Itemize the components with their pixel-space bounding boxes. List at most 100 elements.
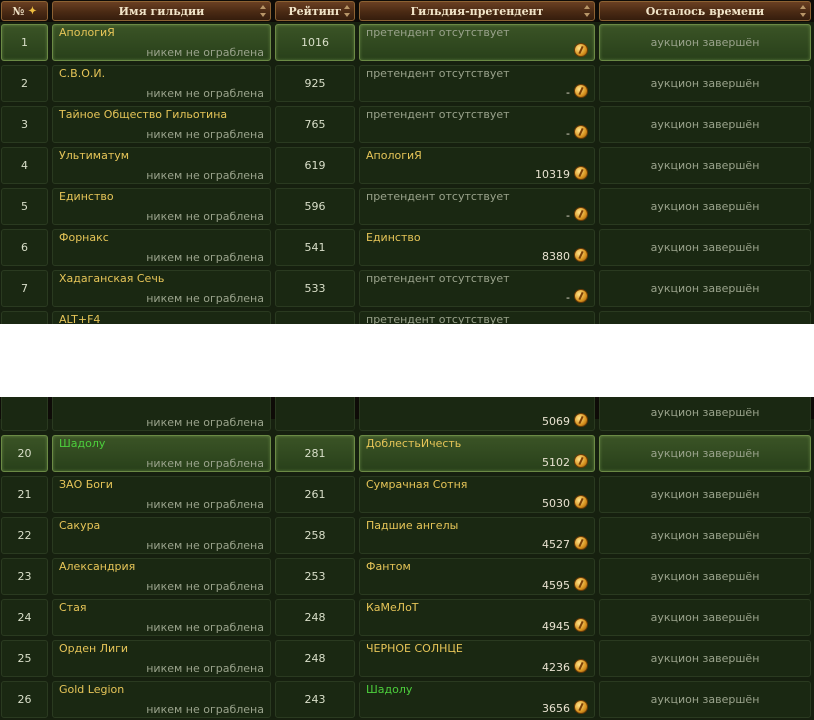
table-row[interactable]: 1 АпологиЯ никем не ограблена 1016 претенден…: [0, 22, 814, 63]
challenger-name[interactable]: Фантом: [366, 560, 411, 573]
guild-name-cell[interactable]: АпологиЯ никем не ограблена: [52, 24, 271, 61]
guild-name[interactable]: ЗАО Боги: [59, 478, 113, 491]
challenger-cell[interactable]: ДоблестьИчесть 5102: [359, 435, 595, 472]
challenger-name[interactable]: КаМеЛоТ: [366, 601, 419, 614]
guild-name-cell[interactable]: С.В.О.И. никем не ограблена: [52, 65, 271, 102]
guild-name[interactable]: Форнакс: [59, 231, 109, 244]
challenger-cell[interactable]: Сумрачная Сотня 5030: [359, 476, 595, 513]
challenger-cell[interactable]: претендент отсутствует: [359, 24, 595, 61]
guild-name[interactable]: Тайное Общество Гильотина: [59, 108, 227, 121]
gold-coin-icon: [574, 84, 588, 98]
guild-name-cell[interactable]: Тайное Общество Гильотина никем не ограбл…: [52, 106, 271, 143]
header-time-left[interactable]: Осталось времени: [599, 1, 811, 21]
table-row[interactable]: 26 Gold Legion никем не ограблена 243 Шадолу…: [0, 679, 814, 720]
rank-number: 4: [21, 159, 28, 172]
challenger-cell[interactable]: 5069: [359, 397, 595, 431]
guild-name-cell[interactable]: Стая никем не ограблена: [52, 599, 271, 636]
table-row[interactable]: никем не ограблена 5069 аукцион завершён: [0, 397, 814, 433]
robbery-status: никем не ограблена: [146, 128, 264, 141]
guild-name-cell[interactable]: Хадаганская Сечь никем не ограблена: [52, 270, 271, 307]
guild-name-cell[interactable]: Gold Legion никем не ограблена: [52, 681, 271, 718]
robbery-status: никем не ограблена: [146, 539, 264, 552]
guild-name-cell[interactable]: Александрия никем не ограблена: [52, 558, 271, 595]
header-guild-name[interactable]: Имя гильдии: [52, 1, 271, 21]
guild-name-cell[interactable]: ЗАО Боги никем не ограблена: [52, 476, 271, 513]
table-row[interactable]: 23 Александрия никем не ограблена 253 Фантом…: [0, 556, 814, 597]
challenger-cell[interactable]: претендент отсутствует -: [359, 106, 595, 143]
challenger-cell[interactable]: Падшие ангелы 4527: [359, 517, 595, 554]
rank-cell: 6: [1, 229, 48, 266]
guild-name-cell[interactable]: Ультиматум никем не ограблена: [52, 147, 271, 184]
rank-cell: 26: [1, 681, 48, 718]
guild-name-cell[interactable]: Форнакс никем не ограблена: [52, 229, 271, 266]
guild-name[interactable]: ALT+F4: [59, 313, 100, 324]
header-number[interactable]: №✦: [1, 1, 48, 21]
rating-value: 281: [304, 447, 326, 460]
table-row[interactable]: 21 ЗАО Боги никем не ограблена 261 Сумрачная…: [0, 474, 814, 515]
rating-cell: 541: [275, 229, 355, 266]
challenger-cell[interactable]: КаМеЛоТ 4945: [359, 599, 595, 636]
table-row[interactable]: 2 С.В.О.И. никем не ограблена 925 претендент…: [0, 63, 814, 104]
challenger-name[interactable]: Сумрачная Сотня: [366, 478, 467, 491]
table-row[interactable]: 6 Форнакс никем не ограблена 541 Единство 838…: [0, 227, 814, 268]
table-row[interactable]: 7 Хадаганская Сечь никем не ограблена 533 пр…: [0, 268, 814, 309]
guild-name[interactable]: Шадолу: [59, 437, 105, 450]
table-row[interactable]: 22 Сакура никем не ограблена 258 Падшие анге…: [0, 515, 814, 556]
challenger-name[interactable]: Шадолу: [366, 683, 412, 696]
table-row[interactable]: ALT+F4 претендент отсутствует: [0, 309, 814, 324]
guild-name[interactable]: Стая: [59, 601, 86, 614]
guild-name-cell[interactable]: ALT+F4: [52, 311, 271, 324]
header-rating-label: Рейтинг: [288, 4, 342, 18]
challenger-cell[interactable]: ЧЕРНОЕ СОЛНЦЕ 4236: [359, 640, 595, 677]
guild-name[interactable]: Орден Лиги: [59, 642, 128, 655]
challenger-name[interactable]: ЧЕРНОЕ СОЛНЦЕ: [366, 642, 463, 655]
header-rating[interactable]: Рейтинг: [275, 1, 355, 21]
challenger-name[interactable]: Единство: [366, 231, 421, 244]
sort-arrows-icon: [584, 5, 590, 17]
guild-name-cell[interactable]: никем не ограблена: [52, 397, 271, 431]
challenger-cell[interactable]: претендент отсутствует: [359, 311, 595, 324]
guild-name[interactable]: Хадаганская Сечь: [59, 272, 164, 285]
robbery-status: никем не ограблена: [146, 292, 264, 305]
guild-name-cell[interactable]: Сакура никем не ограблена: [52, 517, 271, 554]
guild-name[interactable]: АпологиЯ: [59, 26, 115, 39]
table-row[interactable]: 25 Орден Лиги никем не ограблена 248 ЧЕРНОЕ …: [0, 638, 814, 679]
table-row[interactable]: 4 Ультиматум никем не ограблена 619 АпологиЯ…: [0, 145, 814, 186]
robbery-status: никем не ограблена: [146, 498, 264, 511]
table-row[interactable]: 20 Шадолу никем не ограблена 281 ДоблестьИче…: [0, 433, 814, 474]
bid-amount: 4236: [542, 661, 570, 674]
challenger-cell[interactable]: Единство 8380: [359, 229, 595, 266]
guild-name[interactable]: Сакура: [59, 519, 100, 532]
rating-value: 248: [304, 611, 326, 624]
robbery-status: никем не ограблена: [146, 210, 264, 223]
challenger-cell[interactable]: претендент отсутствует -: [359, 188, 595, 225]
challenger-cell[interactable]: претендент отсутствует -: [359, 65, 595, 102]
guild-name-cell[interactable]: Шадолу никем не ограблена: [52, 435, 271, 472]
time-left-value: аукцион завершён: [650, 611, 760, 624]
header-challenger[interactable]: Гильдия-претендент: [359, 1, 595, 21]
challenger-cell[interactable]: Шадолу 3656: [359, 681, 595, 718]
bid-amount: 4527: [542, 538, 570, 551]
time-left-cell: аукцион завершён: [599, 65, 811, 102]
guild-name[interactable]: Единство: [59, 190, 114, 203]
guild-name[interactable]: Александрия: [59, 560, 135, 573]
guild-name[interactable]: С.В.О.И.: [59, 67, 105, 80]
table-row[interactable]: 5 Единство никем не ограблена 596 претендент…: [0, 186, 814, 227]
table-row[interactable]: 24 Стая никем не ограблена 248 КаМеЛоТ 4945 ау…: [0, 597, 814, 638]
guild-name-cell[interactable]: Единство никем не ограблена: [52, 188, 271, 225]
rating-cell: 258: [275, 517, 355, 554]
challenger-cell[interactable]: претендент отсутствует -: [359, 270, 595, 307]
challenger-name[interactable]: Падшие ангелы: [366, 519, 458, 532]
guild-name-cell[interactable]: Орден Лиги никем не ограблена: [52, 640, 271, 677]
guild-name[interactable]: Ультиматум: [59, 149, 129, 162]
challenger-name[interactable]: АпологиЯ: [366, 149, 422, 162]
sort-arrows-icon: [344, 5, 350, 17]
table-row[interactable]: 3 Тайное Общество Гильотина никем не ограб…: [0, 104, 814, 145]
rating-cell: 619: [275, 147, 355, 184]
challenger-cell[interactable]: АпологиЯ 10319: [359, 147, 595, 184]
rank-cell: 1: [1, 24, 48, 61]
guild-name[interactable]: Gold Legion: [59, 683, 124, 696]
challenger-cell[interactable]: Фантом 4595: [359, 558, 595, 595]
challenger-name[interactable]: ДоблестьИчесть: [366, 437, 461, 450]
rank-number: 1: [21, 36, 28, 49]
